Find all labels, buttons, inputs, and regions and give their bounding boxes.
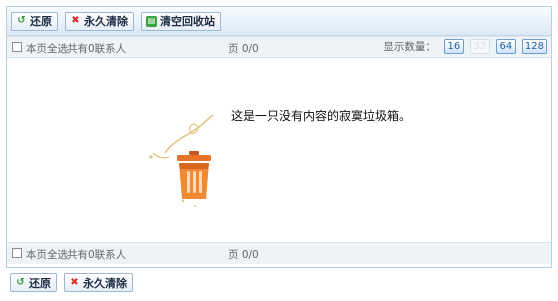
select-all-checkbox-bottom[interactable] <box>12 248 22 258</box>
delete-x-icon: ✖ <box>70 276 79 288</box>
restore-label: 还原 <box>30 15 52 28</box>
page-indicator-bottom: 页 0/0 <box>228 249 259 261</box>
contact-count: 共有0联系人 <box>67 43 127 55</box>
delete-x-icon: ✖ <box>71 15 80 26</box>
page-size-128[interactable]: 128 <box>521 39 547 54</box>
restore-icon: ↺ <box>16 276 25 288</box>
page-size-label: 显示数量： <box>383 41 436 53</box>
page-size-32[interactable]: 32 <box>469 39 490 54</box>
restore-icon: ↺ <box>17 15 26 26</box>
restore-button-bottom[interactable]: ↺ 还原 <box>10 273 57 292</box>
page-indicator: 页 0/0 <box>228 43 259 55</box>
restore-label-bottom: 还原 <box>29 276 51 290</box>
empty-recycle-bin-label: 清空回收站 <box>160 15 215 28</box>
permanent-delete-button-bottom[interactable]: ✖ 永久清除 <box>64 273 133 292</box>
page-size-16[interactable]: 16 <box>443 39 464 54</box>
select-all-checkbox[interactable] <box>12 42 22 52</box>
restore-button[interactable]: ↺ 还原 <box>11 11 58 31</box>
permanent-delete-label: 永久清除 <box>84 15 128 28</box>
top-toolbar: ↺ 还原 ✖ 永久清除 ▤ 清空回收站 <box>7 7 551 36</box>
bottom-toolbar: ↺ 还原 ✖ 永久清除 <box>6 273 133 292</box>
select-all-label-bottom[interactable]: 本页全选 <box>26 247 68 262</box>
recycle-bin-panel: ↺ 还原 ✖ 永久清除 ▤ 清空回收站 本页全选 共有0联系人 页 0/0 显示… <box>6 6 552 268</box>
contact-count-bottom: 共有0联系人 <box>67 249 127 261</box>
orange-trash-bin-icon <box>149 114 214 207</box>
page-size-selector: 显示数量： 16 32 64 128 <box>383 39 547 54</box>
top-selection-bar: 本页全选 共有0联系人 页 0/0 显示数量： 16 32 64 128 <box>7 36 551 58</box>
recycle-bin-content: 这是一只没有内容的寂寞垃圾箱。 <box>7 58 551 242</box>
empty-bin-message: 这是一只没有内容的寂寞垃圾箱。 <box>231 109 412 123</box>
bottom-selection-bar: 本页全选 共有0联系人 页 0/0 <box>7 242 551 264</box>
permanent-delete-label-bottom: 永久清除 <box>83 276 127 290</box>
select-all-label[interactable]: 本页全选 <box>26 41 68 56</box>
permanent-delete-button[interactable]: ✖ 永久清除 <box>65 11 134 31</box>
recycle-bin-icon: ▤ <box>146 15 157 27</box>
empty-recycle-bin-button[interactable]: ▤ 清空回收站 <box>141 11 221 31</box>
page-size-64[interactable]: 64 <box>495 39 516 54</box>
